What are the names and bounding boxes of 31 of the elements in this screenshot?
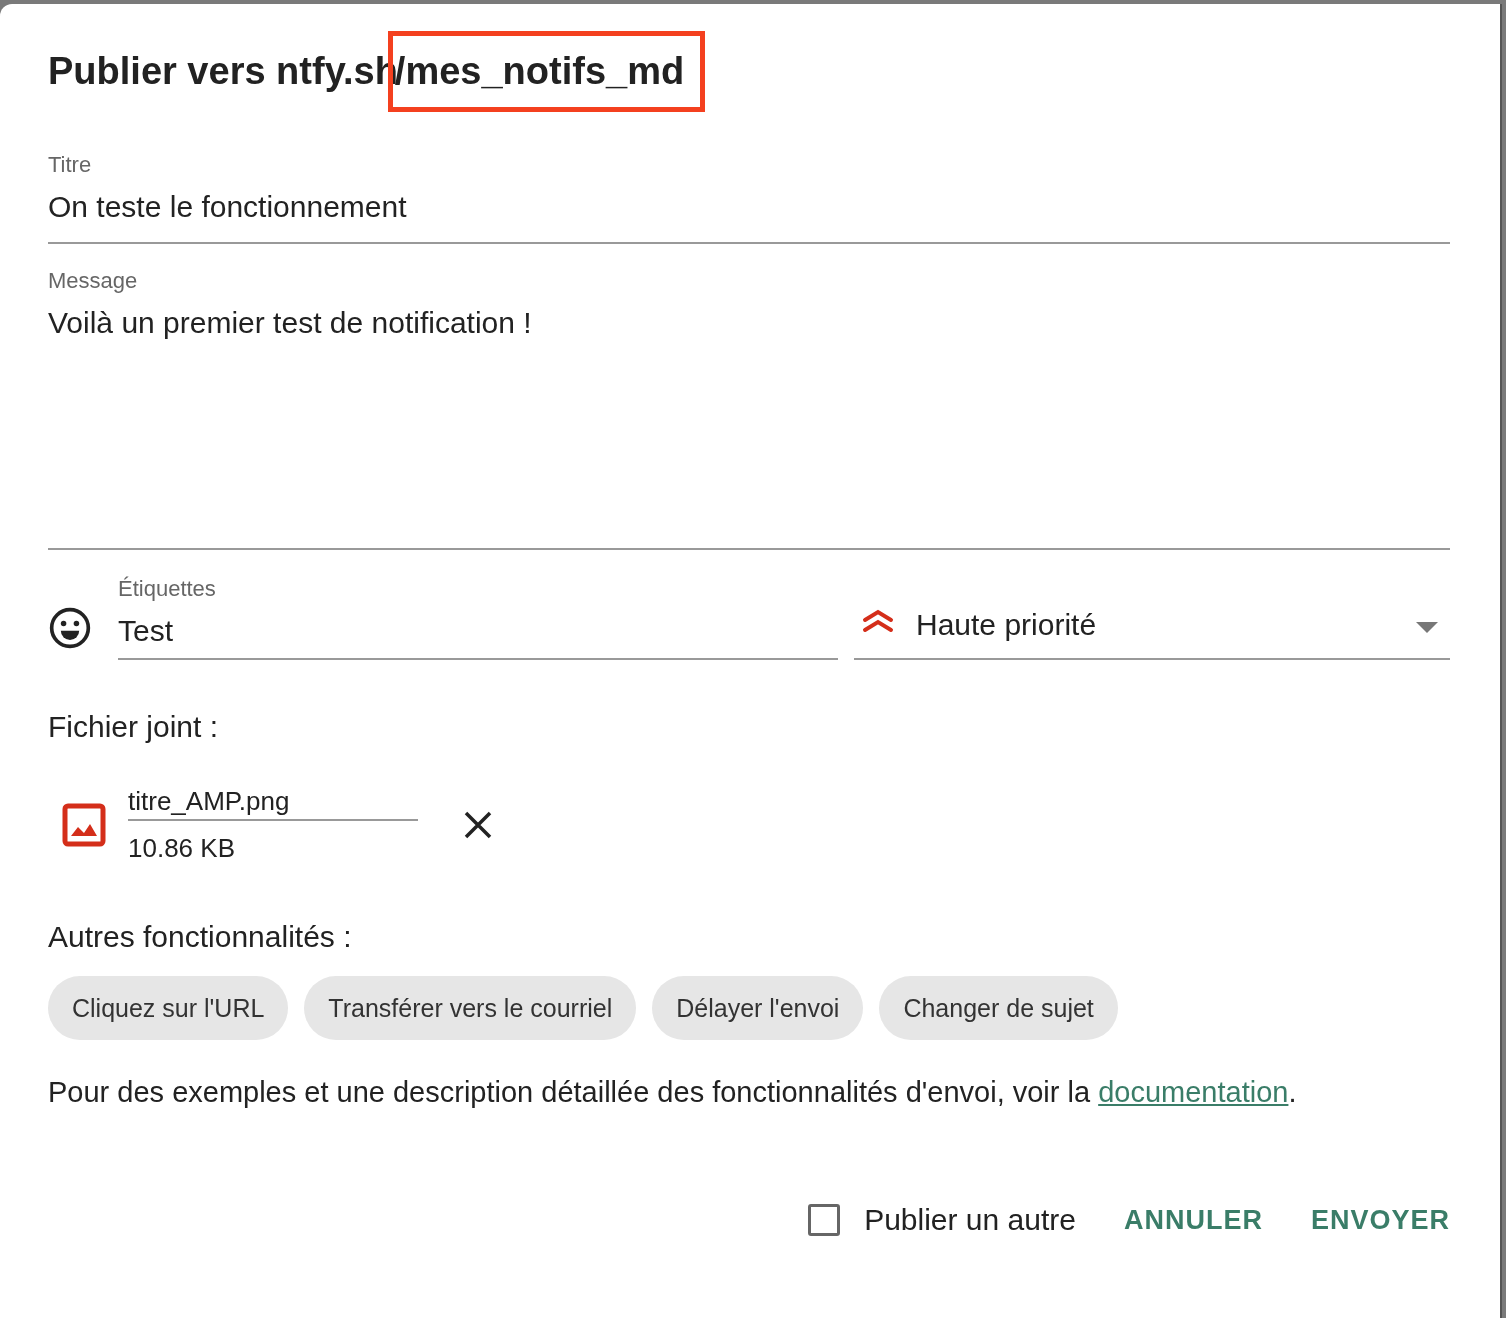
select-value: Haute priorité <box>916 608 1098 642</box>
feature-chip[interactable]: Délayer l'envoi <box>652 976 864 1040</box>
dialog-button[interactable]: ENVOYER <box>1310 1204 1450 1236</box>
file-size: 10.86 KB <box>128 833 236 864</box>
checkbox[interactable] <box>808 1204 841 1236</box>
field-label: Étiquettes <box>118 576 217 602</box>
tags-field[interactable]: Étiquettes Test <box>118 576 838 660</box>
field-label: Message <box>48 268 139 294</box>
feature-chip[interactable]: Cliquez sur l'URL <box>48 976 289 1040</box>
help-suffix: . <box>1288 1076 1297 1108</box>
dialog-button[interactable]: ANNULER <box>1123 1204 1263 1236</box>
field-value: Voilà un premier test de notification ! <box>48 306 533 340</box>
double-chevron-up-icon <box>862 608 894 634</box>
field-value: Test <box>118 614 175 648</box>
message-field[interactable]: Message Voilà un premier test de notification ! <box>48 268 1450 550</box>
title-field[interactable]: Titre On teste le fonctionnement <box>48 152 1450 244</box>
file-name-field[interactable]: titre_AMP.png <box>128 786 418 821</box>
field-label: Titre <box>48 152 93 178</box>
help-text: Pour des exemples et une description détaillée des fonctionnalités d'envoi, voir la <box>48 1076 1092 1108</box>
section-heading: Fichier joint : <box>48 710 220 744</box>
image-file-icon <box>62 803 106 847</box>
priority-select[interactable]: Haute priorité <box>854 608 1450 660</box>
feature-chip[interactable]: Transférer vers le courriel <box>304 976 637 1040</box>
feature-chip[interactable]: Changer de sujet <box>879 976 1118 1040</box>
checkbox-label: Publier un autre <box>864 1203 1076 1237</box>
close-icon[interactable] <box>464 811 492 839</box>
section-heading: Autres fonctionnalités : <box>48 920 353 954</box>
emoji-icon[interactable] <box>48 606 92 650</box>
documentation-link[interactable]: documentation <box>1098 1076 1289 1108</box>
field-value: On teste le fonctionnement <box>48 190 408 224</box>
dropdown-caret-icon <box>1416 622 1438 633</box>
